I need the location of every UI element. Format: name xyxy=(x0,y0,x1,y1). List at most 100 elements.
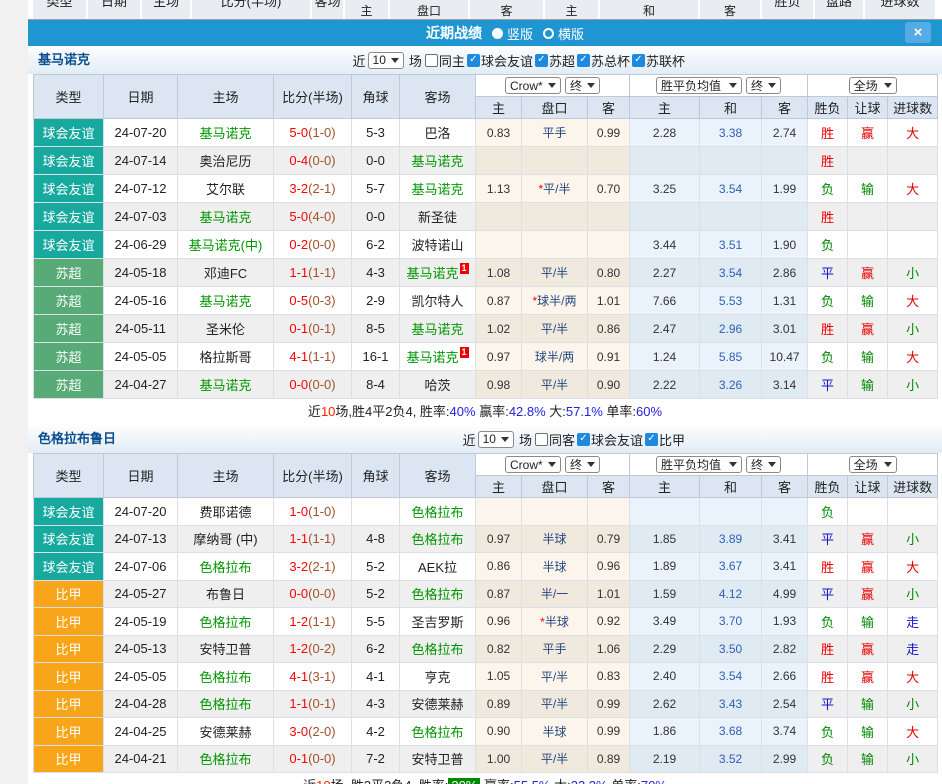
away-team: 色格拉布 xyxy=(400,580,476,608)
match-count-select[interactable]: 10 xyxy=(478,431,514,448)
corner-score: 6-2 xyxy=(352,231,400,259)
eu-home-odds: 2.28 xyxy=(630,119,700,147)
league-checkbox[interactable]: 苏超 xyxy=(535,51,575,70)
ah-home-odds: 0.89 xyxy=(476,690,522,718)
bookmaker-state-select[interactable]: 终 xyxy=(565,77,600,94)
type-badge: 球会友谊 xyxy=(34,498,104,526)
team-name: 安特卫普 xyxy=(199,642,251,657)
team-name: 布鲁日 xyxy=(206,587,245,602)
ah-home-odds: 0.87 xyxy=(476,580,522,608)
corner-score: 0-0 xyxy=(352,147,400,175)
away-team: 安德莱赫 xyxy=(400,690,476,718)
bg-col-header: 胜负 xyxy=(762,0,813,19)
eu-draw-odds xyxy=(700,203,762,231)
fulltime-score: 0-1 xyxy=(289,751,308,766)
league-checkbox[interactable]: 苏联杯 xyxy=(632,51,685,70)
home-team: 安德莱赫 xyxy=(178,718,274,746)
bookmaker-select[interactable]: Crow* xyxy=(505,456,561,473)
eu-away-odds xyxy=(762,147,808,175)
close-button[interactable]: × xyxy=(905,22,931,43)
match-date: 24-07-14 xyxy=(104,147,178,175)
scope-select[interactable]: 全场 xyxy=(849,77,897,94)
corner-score xyxy=(352,498,400,526)
type-badge: 比甲 xyxy=(34,718,104,746)
home-team: 基马诺克 xyxy=(178,287,274,315)
corner-score: 0-0 xyxy=(352,203,400,231)
layout-radio-vertical[interactable]: 竖版 xyxy=(507,24,533,43)
corner-score: 6-2 xyxy=(352,635,400,663)
halftime-score: (1-0) xyxy=(308,504,335,519)
odds-avg-select[interactable]: 胜平负均值 xyxy=(656,77,742,94)
summary-segment: 10 xyxy=(316,778,330,784)
eu-away-odds: 1.90 xyxy=(762,231,808,259)
team-name: 巴洛 xyxy=(424,126,450,141)
league-checkbox[interactable]: 球会友谊 xyxy=(467,51,533,70)
radio-unselected-icon[interactable] xyxy=(543,28,554,39)
halftime-score: (0-0) xyxy=(308,751,335,766)
match-date: 24-04-25 xyxy=(104,718,178,746)
match-date: 24-07-20 xyxy=(104,119,178,147)
bookmaker-select[interactable]: Crow* xyxy=(505,77,561,94)
team-name: 色格拉布 xyxy=(199,615,251,630)
summary-segment: 40% xyxy=(450,404,476,419)
match-row: 比甲24-04-25安德莱赫3-0(2-0)4-2色格拉布0.90半球0.991… xyxy=(34,718,938,746)
ah-home-odds xyxy=(476,147,522,175)
home-team: 色格拉布 xyxy=(178,608,274,636)
summary-segment: 55.5% xyxy=(514,778,551,784)
handicap-line xyxy=(522,203,588,231)
team-name: 安德莱赫 xyxy=(411,697,463,712)
odds-avg-select[interactable]: 胜平负均值 xyxy=(656,456,742,473)
col-header-date: 日期 xyxy=(104,75,178,119)
result-outcome: 负 xyxy=(808,718,848,746)
eu-draw-odds: 3.89 xyxy=(700,525,762,553)
eu-away-odds: 3.41 xyxy=(762,525,808,553)
score: 1-2(0-2) xyxy=(274,635,352,663)
league-checkbox[interactable]: 球会友谊 xyxy=(577,430,643,449)
type-badge: 苏超 xyxy=(34,259,104,287)
odds-avg-state-select[interactable]: 终 xyxy=(746,77,781,94)
result-outcome: 负 xyxy=(808,608,848,636)
match-row: 球会友谊24-07-12艾尔联3-2(2-1)5-7基马诺克1.13*平/半0.… xyxy=(34,175,938,203)
fulltime-score: 1-1 xyxy=(289,696,308,711)
bookmaker-state-select[interactable]: 终 xyxy=(565,456,600,473)
checkbox-unchecked-icon xyxy=(425,54,438,67)
team-name: 圣吉罗斯 xyxy=(411,615,463,630)
corner-score: 5-5 xyxy=(352,608,400,636)
radio-selected-icon[interactable] xyxy=(492,28,503,39)
away-team: 圣吉罗斯 xyxy=(400,608,476,636)
layout-radio-horizontal[interactable]: 横版 xyxy=(558,24,584,43)
team-name: 基马诺克 xyxy=(199,210,251,225)
match-row: 球会友谊24-07-20费耶诺德1-0(1-0)色格拉布负 xyxy=(34,498,938,526)
match-count-select[interactable]: 10 xyxy=(368,52,404,69)
result-handicap: 赢 xyxy=(848,259,888,287)
odds-avg-select-value: 胜平负均值 xyxy=(661,77,721,94)
away-team: 巴洛 xyxy=(400,119,476,147)
team-name: 基马诺克 xyxy=(406,266,458,281)
corner-score: 8-5 xyxy=(352,315,400,343)
same-venue-checkbox[interactable]: 同客 xyxy=(535,430,575,449)
match-row: 苏超24-04-27基马诺克0-0(0-0)8-4哈茨0.98平/半0.902.… xyxy=(34,371,938,399)
scope-select[interactable]: 全场 xyxy=(849,456,897,473)
home-team: 费耶诺德 xyxy=(178,498,274,526)
fulltime-score: 3-2 xyxy=(289,181,308,196)
corner-score: 5-2 xyxy=(352,553,400,581)
col-header-home: 主场 xyxy=(178,454,274,498)
bookmaker-state-select-value: 终 xyxy=(570,456,582,473)
handicap-text: 平/半 xyxy=(541,378,568,392)
col-subheader: 主 xyxy=(630,97,700,119)
league-checkbox[interactable]: 比甲 xyxy=(645,430,685,449)
league-checkbox[interactable]: 苏总杯 xyxy=(577,51,630,70)
type-badge: 苏超 xyxy=(34,315,104,343)
summary-segment: 33.3% xyxy=(571,778,608,784)
score: 5-0(4-0) xyxy=(274,203,352,231)
result-goals xyxy=(888,147,938,175)
score: 0-2(0-0) xyxy=(274,231,352,259)
same-venue-checkbox[interactable]: 同主 xyxy=(425,51,465,70)
halftime-score: (0-0) xyxy=(308,237,335,252)
score: 1-1(1-1) xyxy=(274,525,352,553)
result-handicap: 输 xyxy=(848,718,888,746)
result-goals: 大 xyxy=(888,175,938,203)
odds-avg-state-select[interactable]: 终 xyxy=(746,456,781,473)
col-subheader: 客 xyxy=(588,476,630,498)
score: 4-1(3-1) xyxy=(274,663,352,691)
